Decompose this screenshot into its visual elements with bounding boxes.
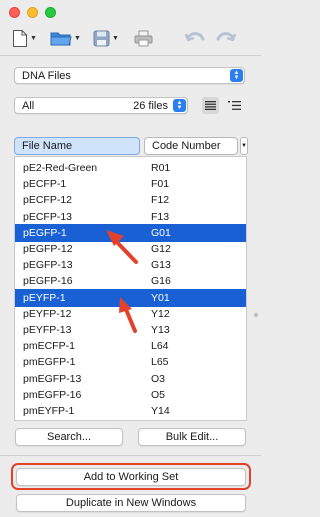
code-number-cell: Y12 — [151, 307, 170, 320]
open-button[interactable]: ▼ — [50, 26, 81, 50]
file-name-cell: pmEGFP-1 — [23, 356, 76, 369]
file-count: 26 files — [133, 100, 168, 112]
section-divider — [0, 455, 261, 456]
minimize-window-icon[interactable] — [27, 7, 38, 18]
code-number-cell: L65 — [151, 356, 169, 369]
toolbar-divider — [0, 55, 261, 56]
file-name-cell: pEYFP-13 — [23, 324, 72, 336]
zoom-window-icon[interactable] — [45, 7, 56, 18]
chevron-down-icon: ▼ — [74, 34, 81, 42]
file-name-cell: pmEYFP-1 — [23, 405, 75, 417]
file-name-cell: pEGFP-12 — [23, 243, 73, 255]
chevron-down-icon: ▼ — [112, 34, 119, 42]
toolbar: ▼ ▼ ▼ — [0, 24, 261, 54]
code-number-cell: Y14 — [151, 405, 170, 417]
code-number-cell: O5 — [151, 388, 166, 401]
duplicate-button-label: Duplicate in New Windows — [65, 497, 197, 509]
column-header-label: Code Number — [152, 140, 221, 152]
bullet-list-icon — [228, 101, 241, 110]
code-number-cell: Y13 — [151, 324, 170, 336]
open-folder-icon — [50, 32, 72, 46]
list-view-button[interactable] — [202, 97, 219, 114]
code-number-cell: O3 — [151, 372, 166, 385]
print-button[interactable] — [134, 26, 153, 50]
file-name-cell: pEGFP-13 — [23, 259, 73, 272]
popup-arrows-icon: ▲ ▼ — [173, 99, 186, 112]
file-browser-window: ▼ ▼ ▼ DNA Files ▲ ▼ All 26 files ▲ ▼ Fil… — [0, 0, 261, 517]
column-header-file-name[interactable]: File Name — [14, 137, 140, 155]
bulk-edit-button[interactable]: Bulk Edit... — [138, 428, 246, 446]
filter-label: All — [22, 99, 35, 112]
save-icon — [93, 30, 110, 46]
column-header-code-number[interactable]: Code Number — [144, 137, 238, 155]
window-controls — [9, 7, 56, 18]
new-document-icon — [13, 29, 27, 47]
chevron-down-icon: ▼ — [30, 34, 37, 42]
bulk-edit-button-label: Bulk Edit... — [165, 431, 219, 443]
file-name-cell: pEYFP-1 — [23, 291, 66, 304]
add-to-working-set-label: Add to Working Set — [83, 471, 179, 483]
add-to-working-set-button[interactable]: Add to Working Set — [16, 468, 246, 486]
file-table: pE2-Red-Green R01 pECFP-1 F01 pECFP-12 F12 pEC… — [14, 156, 247, 421]
column-header-label: File Name — [22, 140, 73, 152]
code-number-cell: F13 — [151, 210, 170, 223]
column-menu-button[interactable]: ▼ — [240, 137, 248, 155]
code-number-cell: Y01 — [151, 291, 170, 304]
filter-popup[interactable]: All 26 files ▲ ▼ — [14, 97, 188, 114]
undo-icon — [185, 32, 205, 42]
code-number-cell: F12 — [151, 194, 170, 207]
code-number-cell: G16 — [151, 275, 171, 288]
redo-icon — [216, 32, 236, 42]
code-number-cell: L64 — [151, 340, 169, 353]
file-name-cell: pECFP-1 — [23, 178, 67, 191]
new-document-button[interactable]: ▼ — [12, 26, 37, 50]
file-name-cell: pEYFP-12 — [23, 307, 72, 320]
file-name-cell: pE2-Red-Green — [23, 162, 98, 174]
file-name-cell: pECFP-13 — [23, 210, 73, 223]
save-button[interactable]: ▼ — [93, 26, 119, 50]
redo-button[interactable] — [216, 26, 236, 50]
table-row[interactable]: pmEYFP-1 Y14 — [15, 402, 246, 420]
file-name-cell: pmECFP-1 — [23, 340, 75, 353]
file-name-cell: pmEGFP-16 — [23, 388, 82, 401]
file-name-cell: pEGFP-1 — [23, 226, 67, 239]
search-button-label: Search... — [46, 431, 92, 443]
source-popup[interactable]: DNA Files ▲ ▼ — [14, 67, 245, 84]
print-icon — [134, 30, 153, 46]
code-number-cell: R01 — [151, 162, 171, 174]
file-name-cell: pmEGFP-13 — [23, 372, 82, 385]
file-name-cell: pECFP-12 — [23, 194, 73, 207]
file-name-cell: pEGFP-16 — [23, 275, 73, 288]
code-number-cell: G01 — [151, 226, 171, 239]
resize-handle[interactable] — [254, 313, 258, 317]
popup-arrows-icon: ▲ ▼ — [230, 69, 243, 82]
source-popup-label: DNA Files — [22, 69, 71, 82]
search-button[interactable]: Search... — [15, 428, 123, 446]
detail-view-button[interactable] — [226, 97, 243, 114]
duplicate-in-new-windows-button[interactable]: Duplicate in New Windows — [16, 494, 246, 512]
list-view-icon — [205, 101, 216, 110]
code-number-cell: F01 — [151, 178, 170, 191]
code-number-cell: G13 — [151, 259, 171, 272]
chevron-down-icon: ▼ — [241, 143, 247, 149]
close-window-icon[interactable] — [9, 7, 20, 18]
code-number-cell: G12 — [151, 243, 171, 255]
undo-button[interactable] — [185, 26, 205, 50]
